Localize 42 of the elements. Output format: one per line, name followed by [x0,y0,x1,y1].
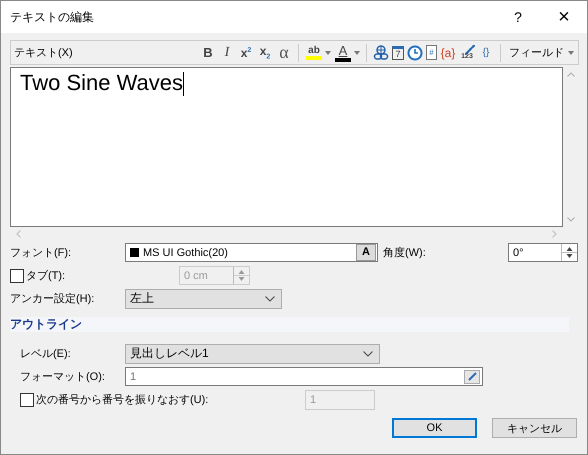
dropdown-caret-icon[interactable] [325,50,331,54]
quill-icon[interactable] [464,370,480,384]
spinner-arrows-icon[interactable] [561,244,577,261]
scroll-up-icon[interactable] [567,72,575,77]
level-dropdown[interactable]: 見出しレベル1 [125,344,380,364]
font-picker-button[interactable]: A [356,244,376,261]
dropdown-caret-icon[interactable] [568,50,574,54]
ok-button[interactable]: OK [392,418,477,438]
field-label: 角度(W): [383,246,427,260]
cancel-button[interactable]: キャンセル [492,418,577,438]
clock-icon[interactable] [407,44,423,60]
script-button[interactable]: x$^{2}$ [238,46,254,60]
field-label: フォント(F): [10,246,72,260]
font-field[interactable]: MS UI Gothic(20) A [125,243,378,262]
highlight-button[interactable]: ab [305,45,323,60]
dropdown-caret-icon[interactable] [354,50,360,54]
field-label: アンカー設定(H): [10,292,96,306]
window-title: テキストの編集 [9,8,95,26]
code-button[interactable]: {} [478,47,494,58]
script-button[interactable]: x$_{2}$ [257,44,273,61]
text-editor[interactable]: Two Sine Waves [10,67,563,227]
field-label: フォーマット(O): [20,370,106,384]
page-number-button[interactable]: # [426,45,437,60]
bold-button[interactable]: B [200,45,216,60]
font-color-button[interactable]: A [334,44,352,62]
chevron-down-icon [363,350,373,356]
chevron-down-icon [265,296,275,302]
close-button[interactable]: × [541,6,587,28]
toolbar-label: テキスト(X) [14,46,74,60]
calendar-button[interactable]: 7 [392,46,404,60]
symbol-button[interactable]: α [276,42,292,63]
italic-button[interactable]: I [219,44,235,60]
anchor-dropdown[interactable]: 左上 [125,288,282,308]
field-menu[interactable]: フィールド [507,45,566,60]
globe-link-icon[interactable] [373,44,389,60]
field-label: レベル(E): [20,347,72,361]
section-header: アウトライン [10,317,569,332]
format-field[interactable]: 1 [125,367,483,386]
angle-spinner[interactable]: 0° [508,243,578,262]
variable-button[interactable]: {a} [440,46,456,60]
help-button[interactable]: ? [495,9,541,25]
scroll-down-icon[interactable] [567,217,575,222]
